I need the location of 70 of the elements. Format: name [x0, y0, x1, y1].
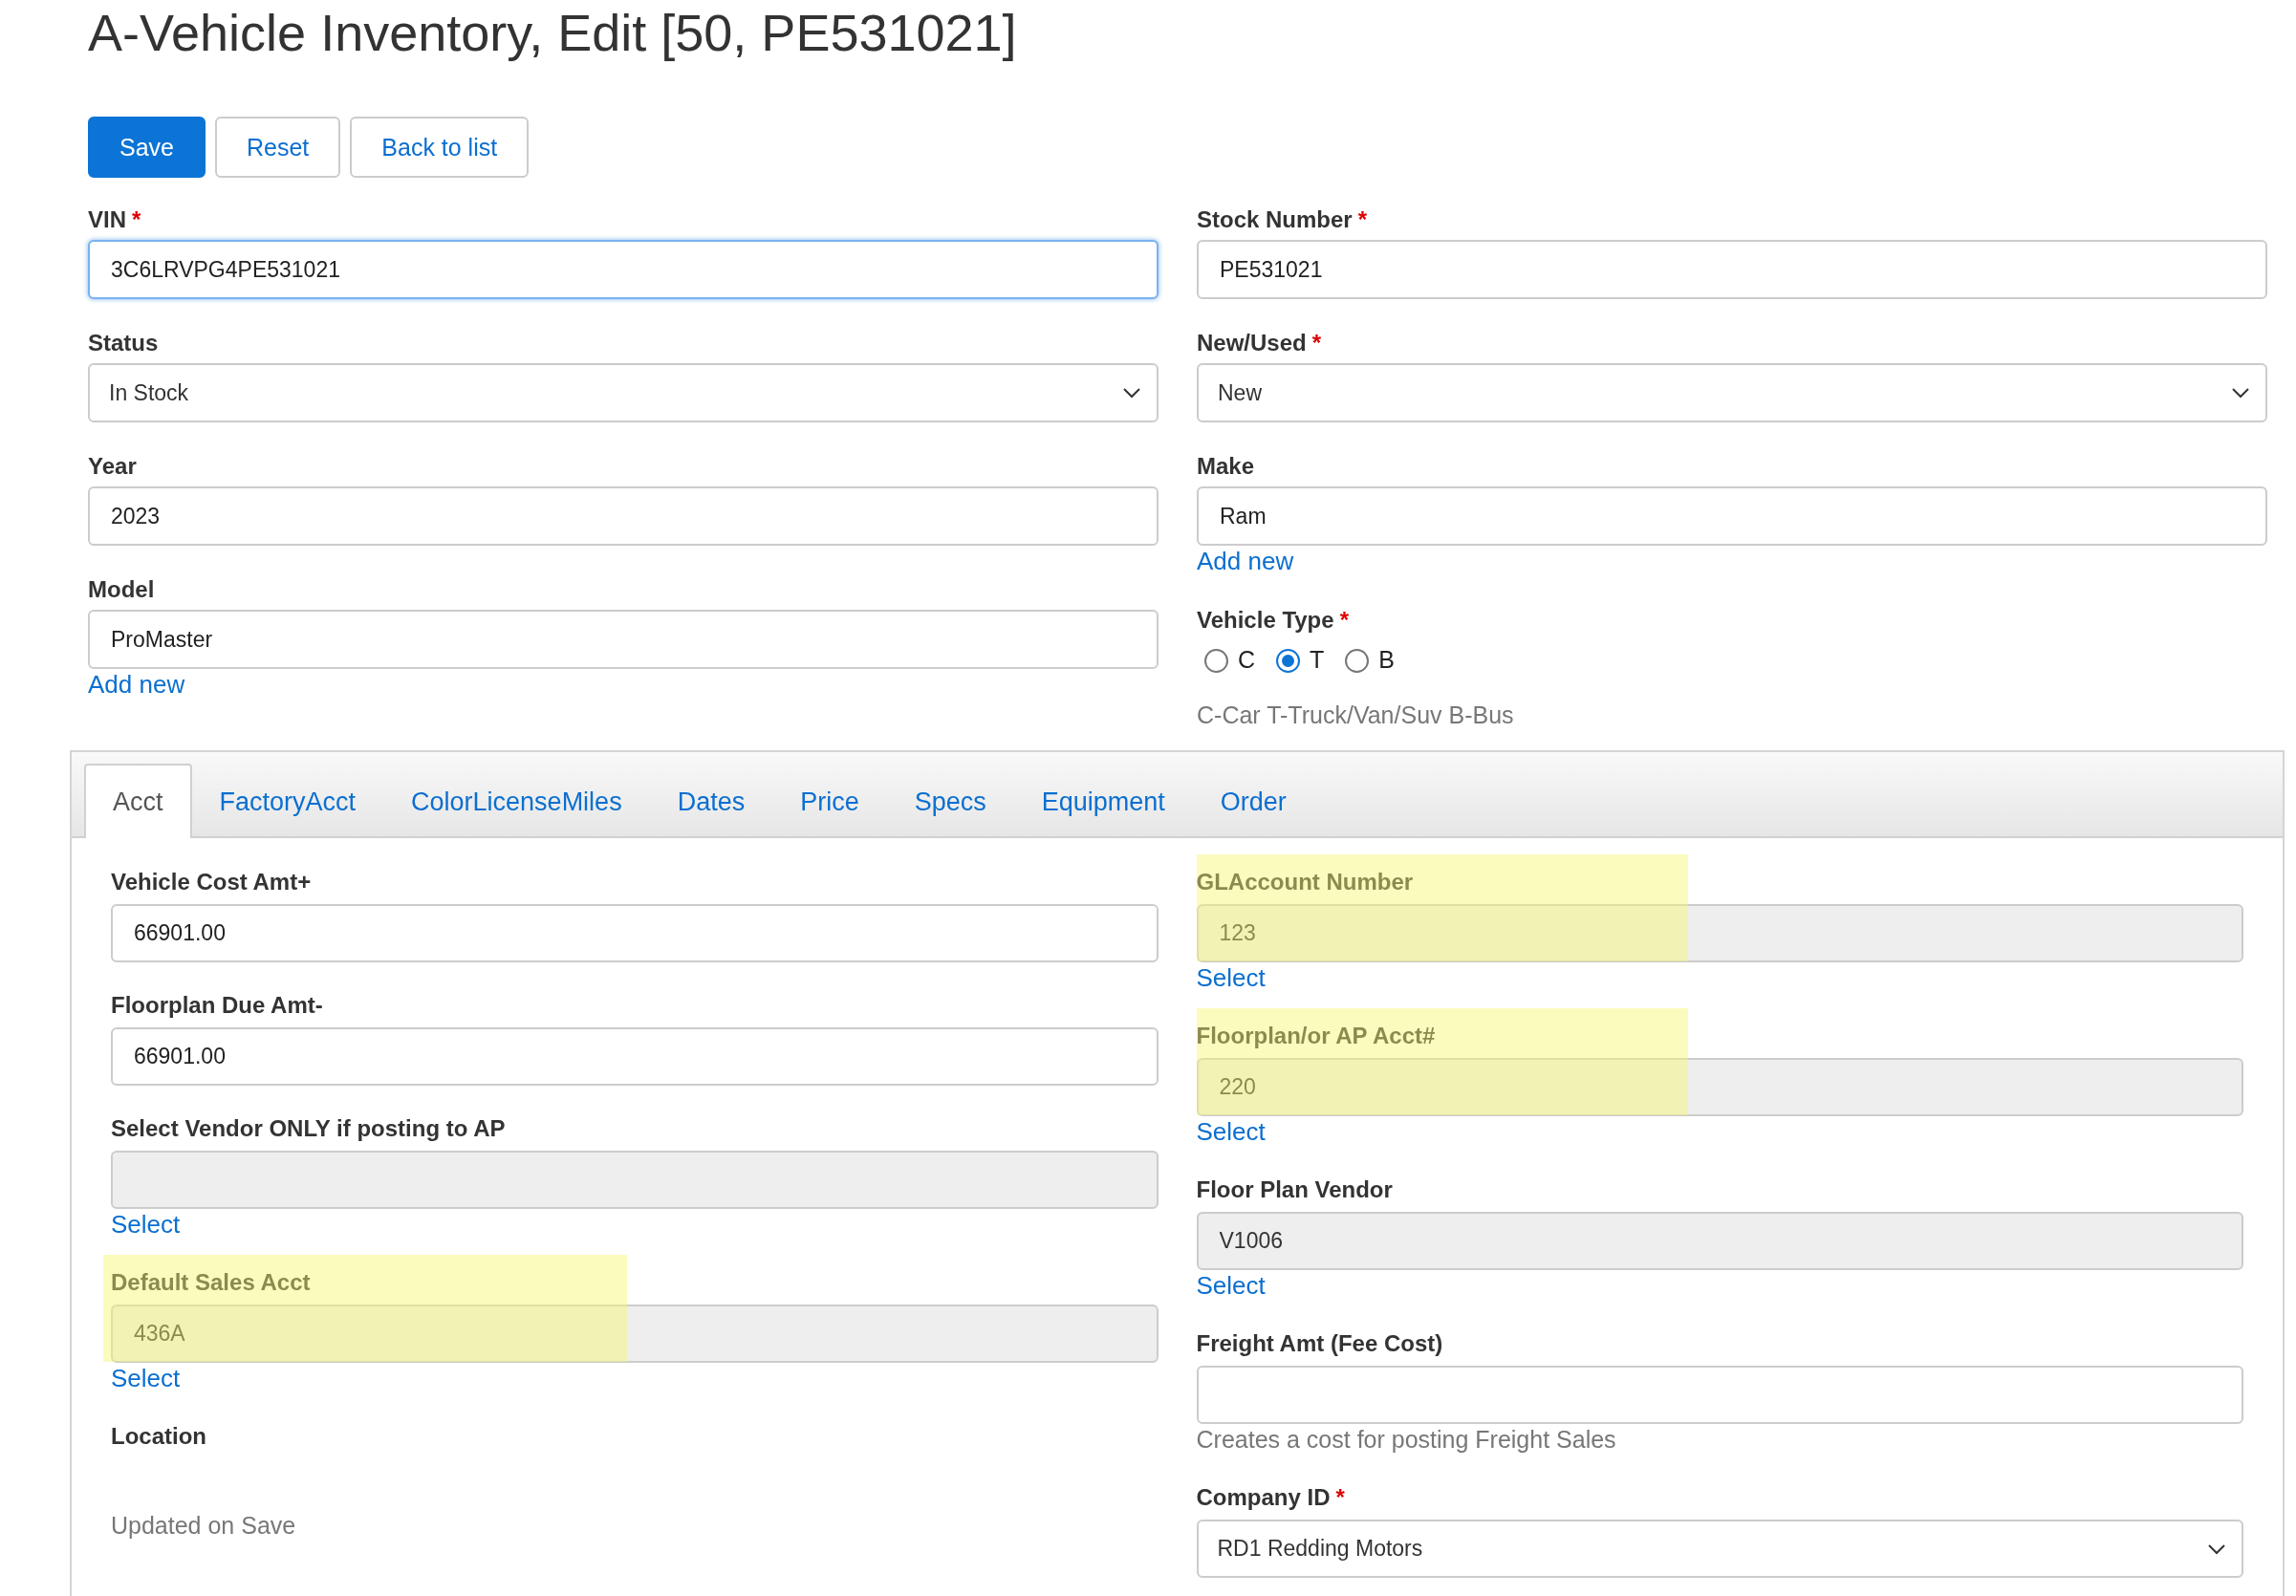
secondary-button[interactable]: Back to list [350, 117, 530, 178]
field-label: VIN [88, 205, 126, 234]
help-text: Creates a cost for posting Freight Sales [1196, 1425, 1617, 1455]
input-field[interactable] [111, 1151, 1159, 1209]
required-mark: * [1339, 606, 1349, 635]
input-field[interactable]: 220 [1196, 1058, 2243, 1116]
page-title: A-Vehicle Inventory, Edit [50, PE531021] [88, 3, 1018, 61]
dropdown[interactable]: New [1197, 363, 2267, 422]
dropdown[interactable]: In Stock [88, 363, 1159, 422]
field-label: New/Used [1197, 329, 1307, 357]
input-field[interactable]: 2023 [88, 486, 1159, 546]
chevron-icon [2231, 387, 2250, 399]
input-field[interactable]: 436A [111, 1305, 1159, 1363]
tab[interactable]: Equipment [1013, 764, 1193, 838]
field-label: Company ID [1196, 1483, 1331, 1512]
help-text: Updated on Save [111, 1511, 297, 1541]
tab[interactable]: Acct [84, 764, 192, 838]
input-field[interactable]: 66901.00 [111, 904, 1159, 962]
input-field[interactable]: 66901.00 [111, 1027, 1159, 1086]
field-label: Vehicle Type [1197, 606, 1334, 635]
field-label: Year [88, 452, 137, 481]
input-field[interactable]: ProMaster [88, 610, 1159, 669]
chevron-icon [1122, 387, 1141, 399]
required-mark: * [132, 205, 141, 234]
radio-button[interactable] [1204, 648, 1228, 673]
tab[interactable]: Price [772, 764, 887, 838]
save-button[interactable]: Save [88, 117, 206, 178]
radio-label: T [1310, 645, 1325, 676]
radio-button[interactable] [1276, 648, 1301, 673]
field-label: Vehicle Cost Amt+ [111, 868, 312, 896]
text-link[interactable]: Select [1196, 1270, 1266, 1301]
field-label: Location [111, 1422, 206, 1451]
text-link[interactable]: Select [1196, 1116, 1266, 1147]
secondary-button[interactable]: Reset [215, 117, 341, 178]
tab[interactable]: ColorLicenseMiles [383, 764, 650, 838]
input-field[interactable]: Ram [1197, 486, 2267, 546]
dropdown[interactable]: RD1 Redding Motors [1196, 1520, 2243, 1578]
text-link[interactable]: Select [111, 1363, 181, 1393]
input-field[interactable]: V1006 [1196, 1212, 2243, 1270]
required-mark: * [1335, 1483, 1345, 1512]
input-field[interactable]: 3C6LRVPG4PE531021 [88, 240, 1159, 299]
input-field[interactable]: PE531021 [1197, 240, 2267, 299]
required-mark: * [1357, 205, 1368, 234]
tab[interactable]: Dates [649, 764, 773, 838]
radio-label: B [1378, 645, 1396, 676]
field-label: Status [88, 329, 159, 357]
input-field[interactable]: 123 [1196, 904, 2243, 962]
radio-button[interactable] [1345, 648, 1370, 673]
field-label: Select Vendor ONLY if posting to AP [111, 1114, 506, 1143]
tab[interactable]: Order [1192, 764, 1314, 838]
field-label: Model [88, 575, 155, 604]
text-link[interactable]: Add new [88, 669, 185, 700]
field-label: Floorplan/or AP Acct# [1196, 1022, 1436, 1050]
field-label: Default Sales Acct [111, 1268, 311, 1297]
field-label: Stock Number [1197, 205, 1353, 234]
field-label: Make [1197, 452, 1255, 481]
tab[interactable]: FactoryAcct [191, 764, 384, 838]
text-link[interactable]: Add new [1197, 546, 1294, 576]
radio-label: C [1238, 645, 1256, 676]
field-label: Floor Plan Vendor [1196, 1175, 1393, 1204]
tab[interactable]: Specs [886, 764, 1014, 838]
input-field[interactable] [1196, 1366, 2243, 1424]
help-text: C-Car T-Truck/Van/Suv B-Bus [1197, 701, 1515, 730]
text-link[interactable]: Select [1196, 962, 1266, 993]
text-link[interactable]: Select [111, 1209, 181, 1240]
required-mark: * [1311, 329, 1322, 357]
field-label: GLAccount Number [1196, 868, 1414, 896]
field-label: Freight Amt (Fee Cost) [1196, 1329, 1443, 1358]
chevron-icon [2207, 1542, 2226, 1555]
field-label: Floorplan Due Amt- [111, 991, 323, 1020]
